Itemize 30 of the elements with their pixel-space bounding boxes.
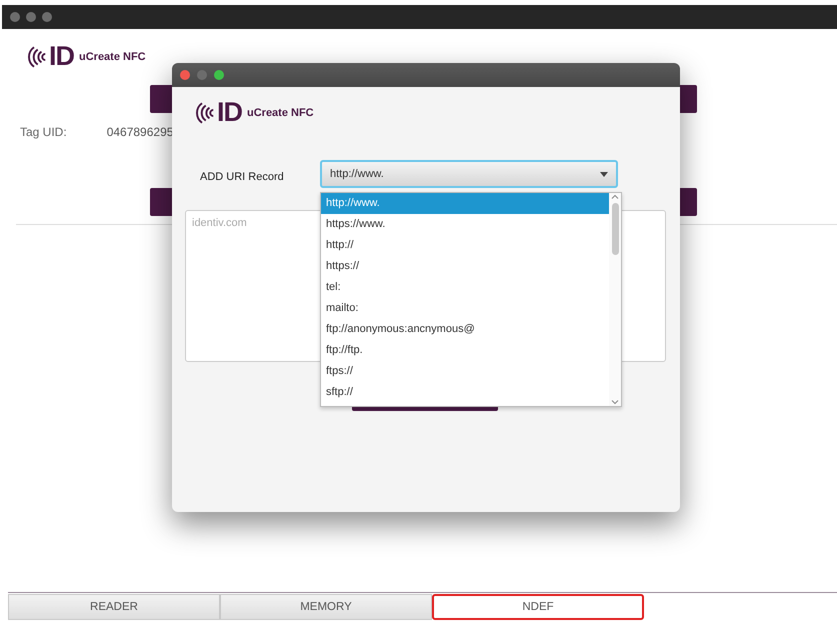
dropdown-option[interactable]: https://www. xyxy=(321,214,609,235)
dropdown-option[interactable]: tel: xyxy=(321,277,609,298)
scroll-thumb[interactable] xyxy=(612,203,618,255)
close-icon[interactable] xyxy=(180,70,190,80)
dropdown-option[interactable]: ftps:// xyxy=(321,361,609,382)
dropdown-option[interactable]: sftp:// xyxy=(321,382,609,403)
tag-uid-value: 0467896295 xyxy=(106,125,174,139)
signal-waves-icon xyxy=(28,44,46,68)
dropdown-option[interactable]: ftp://ftp. xyxy=(321,340,609,361)
dropdown-option[interactable]: https:// xyxy=(321,256,609,277)
dropdown-option[interactable]: mailto: xyxy=(321,298,609,319)
scroll-up-icon[interactable] xyxy=(611,193,619,201)
logo-mark: ID xyxy=(217,99,242,126)
uri-prefix-dropdown[interactable]: http://www. xyxy=(320,160,618,188)
signal-waves-icon xyxy=(196,100,214,124)
logo-mark: ID xyxy=(49,43,74,70)
tag-uid-label: Tag UID: xyxy=(20,125,67,139)
minimize-icon[interactable] xyxy=(197,70,207,80)
tab[interactable]: MEMORY xyxy=(220,594,432,620)
tab[interactable]: READER xyxy=(8,594,220,620)
maximize-icon[interactable] xyxy=(214,70,224,80)
record-label: ADD URI Record xyxy=(200,171,284,183)
scrollbar[interactable] xyxy=(609,193,621,406)
tab[interactable]: NDEF xyxy=(432,594,644,620)
dropdown-option[interactable]: http:// xyxy=(321,235,609,256)
dropdown-option[interactable]: ftp://anonymous:ancnymous@ xyxy=(321,319,609,340)
scroll-down-icon[interactable] xyxy=(611,398,619,406)
caret-icon xyxy=(600,172,608,176)
logo-text: uCreate NFC xyxy=(247,106,314,118)
logo-text: uCreate NFC xyxy=(79,50,146,62)
